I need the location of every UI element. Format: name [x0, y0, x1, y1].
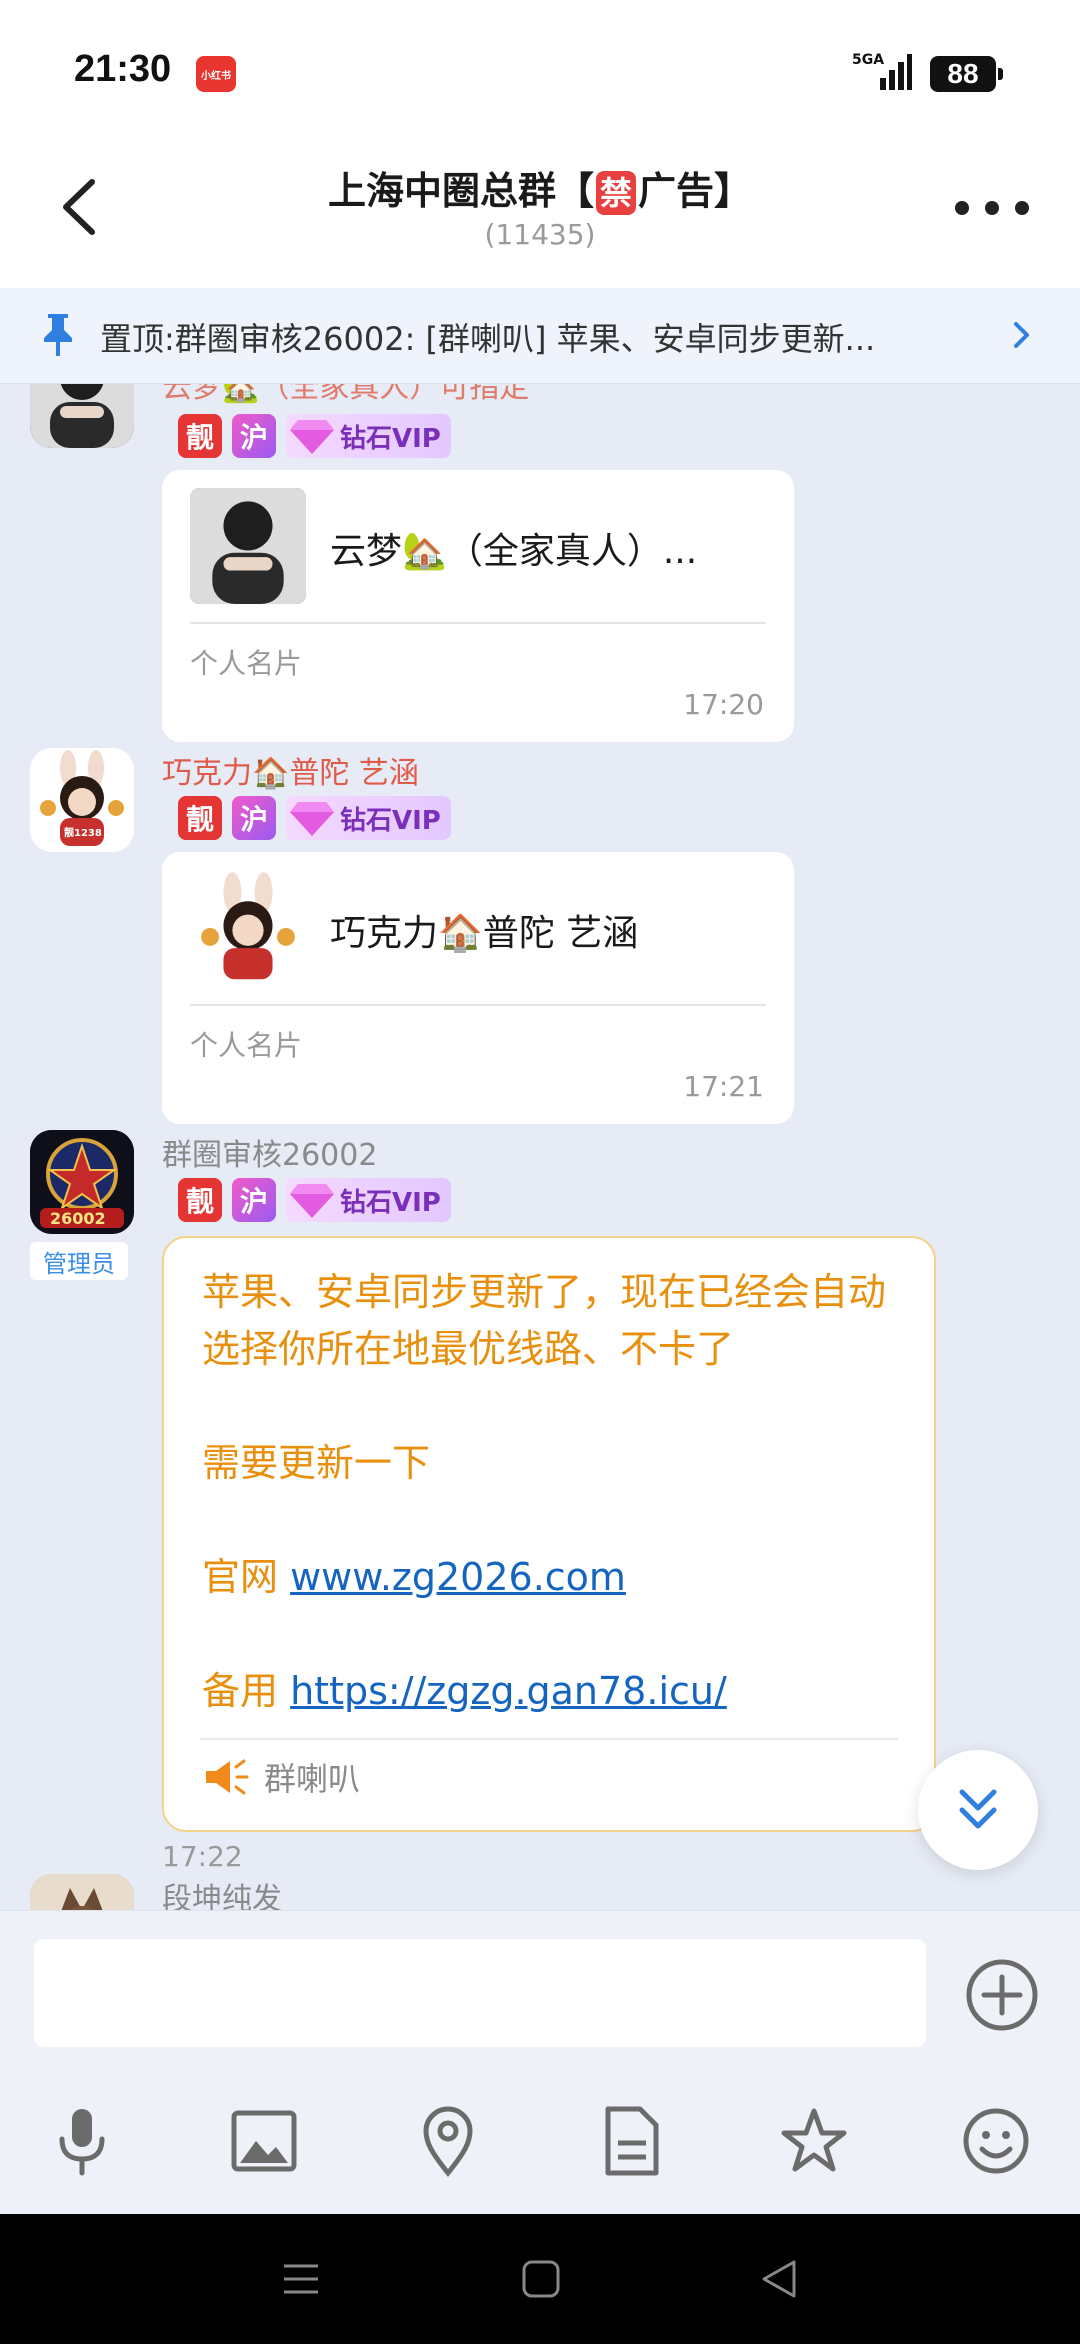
- sender-name: 巧克力🏠普陀 艺涵: [162, 756, 419, 791]
- announcement-line: 需要更新一下: [202, 1441, 431, 1485]
- backup-label: 备用: [202, 1669, 291, 1713]
- group-title: 上海中圈总群【禁广告】: [0, 160, 1080, 215]
- vip-label: 钻石VIP: [340, 1187, 441, 1218]
- announcement-source: 群喇叭: [264, 1760, 361, 1798]
- card-thumbnail: [190, 488, 306, 604]
- badge-row: 靓 沪 钻石VIP: [178, 1178, 451, 1222]
- announcement-line: 苹果、安卓同步更新了，现在已经会自动选择你所在地最优线路、不卡了: [202, 1270, 887, 1371]
- pinned-message-bar[interactable]: 置顶:群圈审核26002: [群喇叭] 苹果、安卓同步更新...: [0, 288, 1080, 384]
- system-navigation-bar: [0, 2214, 1080, 2344]
- more-options-icon[interactable]: [950, 196, 1034, 220]
- add-attachment-button[interactable]: [964, 1957, 1040, 2033]
- announcement-body: 苹果、安卓同步更新了，现在已经会自动选择你所在地最优线路、不卡了 需要更新一下 …: [202, 1264, 912, 1720]
- image-icon[interactable]: [228, 2103, 300, 2179]
- liang-badge: 靓: [178, 796, 222, 840]
- announcement-footer: 群喇叭: [202, 1754, 360, 1800]
- card-name: 云梦🏡（全家真人）...: [330, 531, 698, 572]
- diamond-icon: [290, 1184, 334, 1218]
- liang-badge: 靓: [178, 1178, 222, 1222]
- vip-badge: 钻石VIP: [286, 796, 451, 840]
- announcement-divider: [200, 1738, 898, 1740]
- contact-card[interactable]: 巧克力🏠普陀 艺涵 个人名片 17:21: [162, 852, 794, 1124]
- home-icon[interactable]: [518, 2256, 564, 2302]
- announcement-line: [202, 1492, 912, 1549]
- announcement-official-line: 官网 www.zg2026.com: [202, 1549, 912, 1606]
- status-time: 21:30: [74, 48, 172, 90]
- card-portrait-icon: [190, 488, 306, 604]
- message-time: 17:22: [162, 1840, 243, 1873]
- admin-role-tag: 管理员: [30, 1242, 128, 1280]
- composer: [0, 1910, 1080, 2214]
- diamond-icon: [290, 802, 334, 836]
- announcement-line: [202, 1606, 912, 1663]
- avatar[interactable]: [30, 384, 134, 448]
- vip-badge: 钻石VIP: [286, 1178, 451, 1222]
- official-site-link[interactable]: www.zg2026.com: [290, 1555, 626, 1599]
- card-type: 个人名片: [190, 1029, 303, 1062]
- pinned-message-text: 置顶:群圈审核26002: [群喇叭] 苹果、安卓同步更新...: [100, 320, 876, 358]
- avatar-cat-icon: [30, 1874, 134, 1910]
- card-bunny-icon: [190, 870, 306, 986]
- hu-badge: 沪: [232, 414, 276, 458]
- card-type: 个人名片: [190, 647, 303, 680]
- back-icon[interactable]: [756, 2256, 802, 2302]
- announcement-line: [202, 1378, 912, 1435]
- location-icon[interactable]: [412, 2103, 484, 2179]
- member-count: (11435): [484, 218, 596, 251]
- file-icon[interactable]: [596, 2103, 668, 2179]
- backup-site-link[interactable]: https://zgzg.gan78.icu/: [290, 1669, 727, 1713]
- hu-badge: 沪: [232, 796, 276, 840]
- card-divider: [190, 622, 766, 624]
- badge-row: 靓 沪 钻石VIP: [178, 414, 451, 458]
- battery-level: 88: [947, 58, 979, 89]
- double-chevron-down-icon: [959, 1789, 997, 1829]
- message-time: 17:20: [683, 688, 764, 721]
- avatar-label: 靓1238: [64, 828, 102, 839]
- announcement-message[interactable]: 苹果、安卓同步更新了，现在已经会自动选择你所在地最优线路、不卡了 需要更新一下 …: [162, 1236, 936, 1832]
- star-icon[interactable]: [778, 2103, 850, 2179]
- chevron-right-icon: [1014, 322, 1029, 348]
- message-time: 17:21: [683, 1070, 764, 1103]
- card-thumbnail: [190, 870, 306, 986]
- ban-badge: 禁: [595, 171, 636, 215]
- vip-label: 钻石VIP: [340, 805, 441, 836]
- chat-header: 上海中圈总群【禁广告】 (11435): [0, 150, 1080, 288]
- microphone-icon[interactable]: [46, 2103, 118, 2179]
- announcement-backup-line: 备用 https://zgzg.gan78.icu/: [202, 1663, 912, 1720]
- notification-app-icon: 小红书: [196, 56, 236, 92]
- battery-icon: 88: [930, 56, 1003, 92]
- sender-name: 群圈审核26002: [162, 1138, 378, 1173]
- diamond-icon: [290, 420, 334, 454]
- contact-card[interactable]: 云梦🏡（全家真人）... 个人名片 17:20: [162, 470, 794, 742]
- notification-app-label: 小红书: [201, 70, 231, 82]
- message-list[interactable]: 云梦🏡（全家真人）可指定 靓 沪 钻石VIP 云梦🏡（全家真人）... 个人名片…: [0, 384, 1080, 1910]
- scroll-to-bottom-button[interactable]: [918, 1750, 1038, 1870]
- card-divider: [190, 1004, 766, 1006]
- card-name: 巧克力🏠普陀 艺涵: [330, 913, 639, 954]
- avatar[interactable]: 靓1238: [30, 748, 134, 852]
- signal-icon: [880, 54, 912, 90]
- vip-label: 钻石VIP: [340, 423, 441, 454]
- avatar-label: 26002: [50, 1209, 106, 1228]
- vip-badge: 钻石VIP: [286, 414, 451, 458]
- sender-name: 段坤纯发: [162, 1882, 282, 1910]
- avatar[interactable]: [30, 1874, 134, 1910]
- group-title-suffix: 广告】: [638, 169, 753, 213]
- avatar[interactable]: 26002: [30, 1130, 134, 1234]
- megaphone-icon: [206, 1759, 249, 1795]
- status-bar: 21:30 小红书 5GA 88: [0, 0, 1080, 150]
- badge-row: 靓 沪 钻石VIP: [178, 796, 451, 840]
- official-label: 官网: [202, 1555, 291, 1599]
- sender-name: 云梦🏡（全家真人）可指定: [162, 384, 530, 405]
- message-input[interactable]: [34, 1939, 926, 2047]
- hu-badge: 沪: [232, 1178, 276, 1222]
- emoji-icon[interactable]: [960, 2103, 1032, 2179]
- pin-icon: [44, 314, 72, 356]
- liang-badge: 靓: [178, 414, 222, 458]
- menu-icon[interactable]: [278, 2256, 324, 2302]
- group-title-prefix: 上海中圈总群【: [327, 169, 594, 213]
- avatar-portrait-icon: [30, 384, 134, 448]
